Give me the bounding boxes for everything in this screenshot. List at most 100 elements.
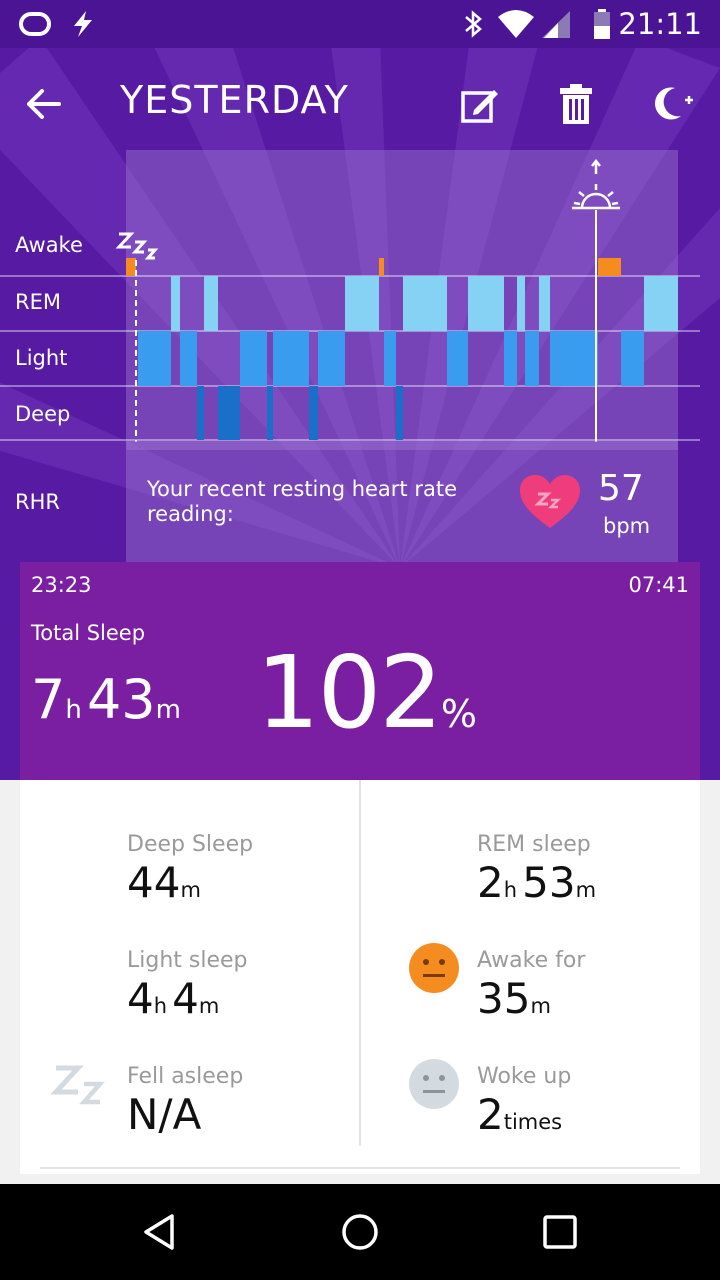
rem-h-unit: h	[503, 878, 518, 902]
bluetooth-icon	[462, 0, 486, 48]
rem-segment	[468, 276, 504, 331]
rhr-value: 57	[598, 468, 644, 509]
deep-segment	[267, 386, 273, 440]
fell-asleep-text: N/A	[127, 1090, 202, 1139]
rem-hours: 2	[477, 858, 504, 907]
stat-fell-asleep: Fell asleep N/A	[20, 1026, 340, 1139]
percent-symbol: %	[440, 692, 477, 736]
light-segment	[525, 331, 539, 386]
total-hours: 7	[31, 668, 66, 731]
light-hours: 4	[127, 974, 154, 1023]
light-segment	[138, 331, 171, 386]
flash-icon	[68, 0, 98, 48]
awake-minutes: 35	[477, 974, 531, 1023]
light-sleep-label: Light sleep	[127, 948, 248, 973]
stats-bottom-divider	[40, 1167, 680, 1169]
woke-up-unit: times	[503, 1110, 563, 1134]
sleep-goal-percent: 102%	[256, 634, 477, 751]
nav-back-icon[interactable]	[130, 1202, 190, 1262]
light-minutes: 4	[172, 974, 199, 1023]
deep-minutes: 44	[127, 858, 181, 907]
sleep-end-time: 07:41	[628, 573, 689, 597]
rem-m-unit: m	[575, 878, 597, 902]
light-segment	[504, 331, 517, 386]
percent-value: 102	[256, 634, 443, 751]
heart-zzz-icon	[518, 474, 582, 535]
stats-divider	[359, 780, 361, 1146]
light-segment	[384, 331, 396, 386]
light-segment	[621, 331, 644, 386]
stat-rem-sleep: REM sleep 2h 53m	[370, 794, 690, 907]
deep-segment	[309, 386, 318, 440]
row-label-awake: Awake	[15, 233, 83, 257]
sleep-stage-chart	[0, 150, 700, 450]
rem-segment	[403, 276, 447, 331]
stat-deep-sleep: Deep Sleep 44m	[20, 794, 340, 907]
rem-segment	[204, 276, 218, 331]
deep-sleep-label: Deep Sleep	[127, 832, 254, 857]
sleep-start-time: 23:23	[31, 573, 92, 597]
light-segment	[550, 331, 598, 386]
hours-unit: h	[65, 695, 82, 725]
deep-sleep-value: 44m	[127, 858, 201, 907]
sync-icon	[18, 0, 52, 48]
rhr-label: RHR	[15, 490, 60, 514]
deep-moon-icon	[72, 830, 94, 874]
rhr-unit: bpm	[603, 514, 651, 538]
rem-moon-icon	[422, 830, 444, 874]
status-bar: 21:11	[0, 0, 720, 48]
awake-segment	[598, 258, 621, 276]
total-sleep-label: Total Sleep	[31, 621, 146, 645]
light-segment	[180, 331, 197, 386]
woke-up-face-icon	[409, 1059, 459, 1109]
light-moon-icon	[72, 946, 94, 990]
app-bar: YESTERDAY	[0, 48, 720, 160]
nav-home-icon[interactable]	[330, 1202, 390, 1262]
stat-light-sleep: Light sleep 4h 4m	[20, 910, 340, 1023]
deep-unit: m	[180, 878, 201, 902]
light-segment	[240, 331, 267, 386]
awake-unit: m	[530, 994, 551, 1018]
light-sleep-value: 4h 4m	[127, 974, 219, 1023]
fell-asleep-label: Fell asleep	[127, 1064, 244, 1089]
zzz-icon	[50, 1065, 106, 1105]
rem-sleep-label: REM sleep	[477, 832, 591, 857]
sleep-summary-card: 23:23 07:41 Total Sleep 7h 43m 102%	[20, 562, 700, 780]
woke-up-value: 2times	[477, 1090, 562, 1139]
minutes-unit: m	[155, 695, 181, 725]
row-label-rem: REM	[15, 290, 61, 314]
rem-minutes: 53	[522, 858, 576, 907]
light-segment	[318, 331, 345, 386]
signal-icon	[540, 0, 572, 48]
light-segment	[273, 331, 309, 386]
rem-sleep-value: 2h 53m	[477, 858, 596, 907]
page-title: YESTERDAY	[120, 78, 349, 122]
stat-awake: Awake for 35m	[370, 910, 690, 1023]
add-sleep-moon-icon[interactable]	[644, 76, 700, 132]
deep-segment	[218, 386, 240, 440]
awake-face-icon	[409, 943, 459, 993]
row-label-deep: Deep	[15, 402, 71, 426]
stat-woke-up: Woke up 2times	[370, 1026, 690, 1139]
total-sleep-value: 7h 43m	[31, 668, 181, 731]
back-arrow-icon[interactable]	[16, 76, 72, 132]
battery-icon	[592, 0, 612, 48]
status-time: 21:11	[618, 7, 702, 41]
nav-recents-icon[interactable]	[530, 1202, 590, 1262]
awake-value: 35m	[477, 974, 551, 1023]
total-minutes: 43	[86, 668, 156, 731]
fell-asleep-value: N/A	[127, 1090, 201, 1139]
woke-up-count: 2	[477, 1090, 504, 1139]
light-segment	[447, 331, 468, 386]
deep-segment	[396, 386, 403, 440]
rem-segment	[345, 276, 379, 331]
delete-trash-icon[interactable]	[548, 76, 604, 132]
awake-label: Awake for	[477, 948, 586, 973]
edit-icon[interactable]	[452, 76, 508, 132]
wifi-icon	[496, 0, 536, 48]
light-h-unit: h	[153, 994, 168, 1018]
rem-segment	[171, 276, 180, 331]
awake-segment	[126, 258, 136, 276]
woke-up-label: Woke up	[477, 1064, 572, 1089]
rem-segment	[539, 276, 550, 331]
